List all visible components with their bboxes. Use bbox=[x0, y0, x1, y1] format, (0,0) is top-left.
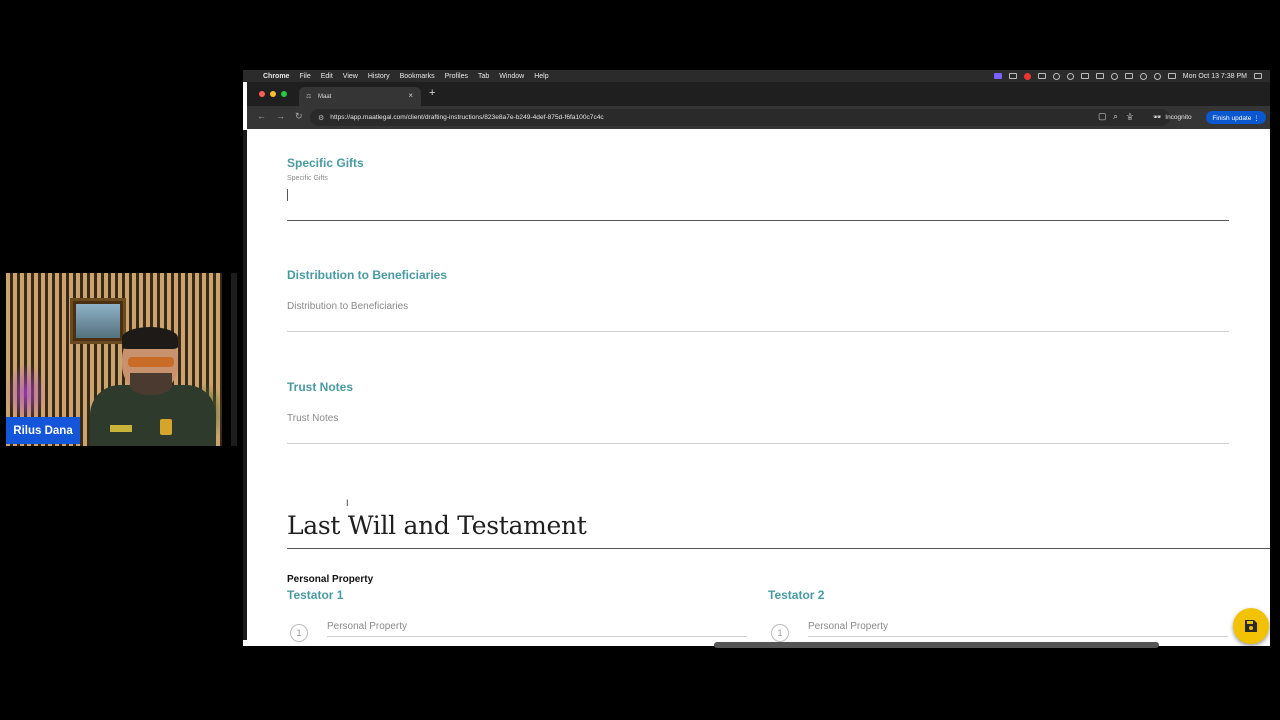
save-icon bbox=[1245, 620, 1257, 632]
will-title-divider bbox=[287, 548, 1270, 549]
new-tab-icon[interactable]: + bbox=[429, 87, 435, 99]
testator-2-personal-property-input[interactable]: Personal Property bbox=[808, 621, 888, 632]
webcam-edge bbox=[231, 273, 237, 446]
spotlight-search-icon[interactable] bbox=[1153, 72, 1161, 80]
save-fab-button[interactable] bbox=[1233, 608, 1269, 644]
testator-1-step-badge: 1 bbox=[290, 624, 308, 642]
testator-2-step-badge: 1 bbox=[771, 624, 789, 642]
browser-window: Chrome File Edit View History Bookmarks … bbox=[243, 70, 1270, 646]
menu-file[interactable]: File bbox=[299, 73, 310, 80]
menu-extra-icon[interactable] bbox=[1095, 73, 1104, 79]
menu-view[interactable]: View bbox=[343, 73, 358, 80]
address-bar[interactable]: ⚙ https://app.maatlegal.com/client/draft… bbox=[310, 109, 1170, 126]
app-status-icon[interactable] bbox=[1037, 73, 1046, 79]
left-window-edge bbox=[243, 130, 247, 640]
horizontal-scrollbar[interactable] bbox=[714, 642, 1159, 648]
menu-tab[interactable]: Tab bbox=[478, 73, 489, 80]
distribution-input-placeholder[interactable]: Distribution to Beneficiaries bbox=[287, 301, 408, 312]
menu-bookmarks[interactable]: Bookmarks bbox=[400, 73, 435, 80]
forward-icon[interactable]: → bbox=[276, 111, 285, 121]
browser-toolbar: ← → ↻ ⚙ https://app.maatlegal.com/client… bbox=[247, 106, 1270, 129]
sync-icon[interactable] bbox=[1052, 72, 1060, 80]
tab-search-icon[interactable]: ▢ bbox=[1098, 111, 1107, 122]
tab-title: Maat bbox=[318, 93, 332, 100]
incognito-icon: 🕶 bbox=[1153, 114, 1162, 121]
presenter-nameplate: Rilus Dana bbox=[6, 417, 80, 444]
notification-icon[interactable] bbox=[1254, 73, 1262, 79]
address-bar-url[interactable]: https://app.maatlegal.com/client/draftin… bbox=[330, 114, 603, 121]
menubar-status-area: Mon Oct 13 7:38 PM bbox=[993, 70, 1262, 82]
presenter-hair bbox=[122, 327, 178, 349]
menu-window[interactable]: Window bbox=[499, 73, 524, 80]
chrome-icon[interactable] bbox=[1066, 72, 1074, 80]
macos-menubar: Chrome File Edit View History Bookmarks … bbox=[243, 70, 1270, 82]
close-tab-icon[interactable]: × bbox=[408, 91, 413, 100]
browser-tab-maat[interactable]: ⚖ Maat × bbox=[299, 87, 421, 106]
zoom-window-icon[interactable] bbox=[281, 91, 287, 97]
back-icon[interactable]: ← bbox=[257, 111, 266, 121]
display-icon[interactable] bbox=[1008, 73, 1017, 79]
testator-1-input-underline bbox=[327, 636, 747, 637]
menu-history[interactable]: History bbox=[368, 73, 390, 80]
control-center-icon[interactable] bbox=[1167, 73, 1176, 79]
play-icon[interactable] bbox=[1110, 72, 1118, 80]
ship-painting bbox=[70, 298, 126, 344]
specific-gifts-caret bbox=[287, 189, 288, 201]
specific-gifts-heading: Specific Gifts bbox=[287, 156, 364, 170]
incognito-label: Incognito bbox=[1165, 113, 1192, 121]
site-info-icon[interactable]: ⚙ bbox=[318, 114, 324, 122]
text-cursor-icon: I bbox=[346, 498, 349, 508]
menu-help[interactable]: Help bbox=[534, 73, 548, 80]
wifi-icon[interactable] bbox=[1139, 72, 1147, 80]
badge-emblem bbox=[160, 419, 172, 435]
presenter-glasses bbox=[128, 357, 174, 367]
battery-icon[interactable] bbox=[1124, 73, 1133, 79]
keyboard-icon[interactable] bbox=[1080, 73, 1089, 79]
trust-notes-heading: Trust Notes bbox=[287, 380, 354, 394]
distribution-heading: Distribution to Beneficiaries bbox=[287, 268, 448, 282]
reload-icon[interactable]: ↻ bbox=[295, 111, 303, 122]
specific-gifts-input[interactable] bbox=[287, 220, 1229, 221]
purple-light bbox=[6, 363, 46, 423]
personal-property-heading: Personal Property bbox=[287, 574, 374, 585]
record-icon[interactable] bbox=[1023, 72, 1031, 80]
screen-share-icon[interactable] bbox=[993, 73, 1002, 79]
presenter-beard bbox=[130, 373, 172, 395]
minimize-window-icon[interactable] bbox=[270, 91, 276, 97]
zoom-icon[interactable]: ⌕ bbox=[1113, 111, 1118, 122]
testator-1-heading: Testator 1 bbox=[287, 588, 344, 602]
drafting-instructions-page: Specific Gifts Specific Gifts Distributi… bbox=[247, 129, 1270, 646]
menu-edit[interactable]: Edit bbox=[321, 73, 333, 80]
testator-2-heading: Testator 2 bbox=[768, 588, 825, 602]
testator-1-personal-property-input[interactable]: Personal Property bbox=[327, 621, 407, 632]
will-section-title: Last Will and Testament bbox=[287, 511, 587, 540]
finish-update-button[interactable]: Finish update ⋮ bbox=[1206, 111, 1266, 124]
menu-app-chrome[interactable]: Chrome bbox=[263, 73, 289, 80]
close-window-icon[interactable] bbox=[259, 91, 265, 97]
maat-favicon-icon: ⚖ bbox=[306, 93, 312, 100]
tab-strip: ⚖ Maat × + bbox=[247, 82, 1270, 106]
distribution-input[interactable] bbox=[287, 331, 1229, 332]
name-patch bbox=[110, 425, 132, 432]
menubar-clock[interactable]: Mon Oct 13 7:38 PM bbox=[1183, 73, 1247, 80]
menu-profiles[interactable]: Profiles bbox=[445, 73, 468, 80]
testator-2-input-underline bbox=[808, 636, 1228, 637]
download-icon[interactable]: ⤓ bbox=[1128, 111, 1132, 122]
incognito-indicator[interactable]: 🕶 Incognito bbox=[1153, 113, 1192, 122]
window-controls bbox=[259, 91, 287, 97]
specific-gifts-label: Specific Gifts bbox=[287, 175, 328, 182]
trust-notes-input-placeholder[interactable]: Trust Notes bbox=[287, 413, 338, 424]
trust-notes-input[interactable] bbox=[287, 443, 1229, 444]
